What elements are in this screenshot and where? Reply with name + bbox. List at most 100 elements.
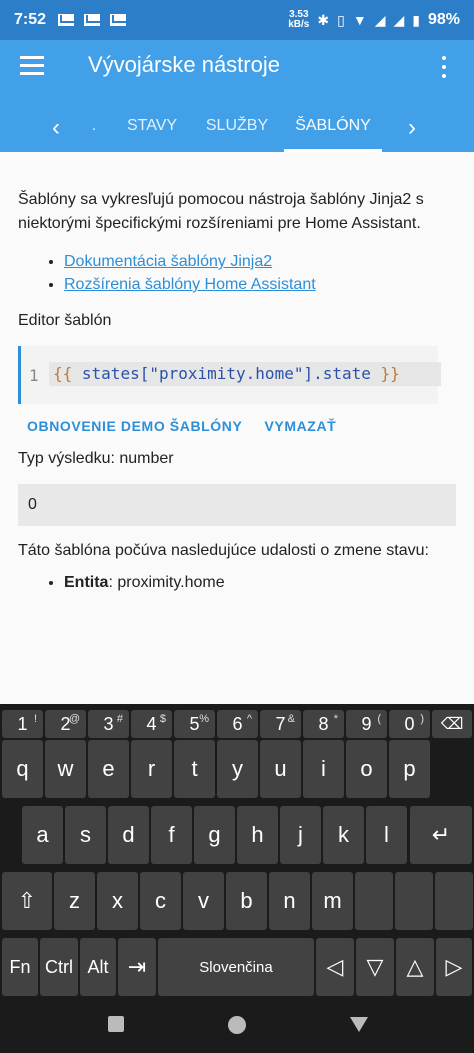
tab-key-icon[interactable]: ⇥	[118, 938, 156, 996]
editor-line[interactable]: {{ states["proximity.home"].state }}	[49, 362, 441, 386]
space-bar[interactable]: Slovenčina	[158, 938, 314, 996]
home-icon[interactable]	[228, 1016, 246, 1034]
key-alt-label: *	[333, 713, 338, 725]
template-editor[interactable]: 1 {{ states["proximity.home"].state }}	[18, 346, 441, 404]
key-k[interactable]: k	[323, 806, 364, 864]
key-s[interactable]: s	[65, 806, 106, 864]
key-alt-label: #	[116, 713, 123, 725]
key-i[interactable]: i	[303, 740, 344, 798]
key-5[interactable]: 5%	[174, 710, 215, 738]
editor-label: Editor šablón	[18, 312, 112, 329]
battery-level: 98%	[427, 11, 460, 28]
key-alt-label: $	[159, 713, 166, 725]
arrow-up-icon[interactable]: △	[396, 938, 434, 996]
key-j[interactable]: j	[280, 806, 321, 864]
key-alt-label: %	[199, 713, 209, 725]
key-4[interactable]: 4 $	[131, 710, 172, 738]
key-r[interactable]: r	[131, 740, 172, 798]
key-6[interactable]: 6 ^	[217, 710, 258, 738]
key-label: 7	[275, 713, 286, 734]
key-z[interactable]: z	[54, 872, 95, 930]
key-0[interactable]: 0)	[389, 710, 430, 738]
key-x[interactable]: x	[97, 872, 138, 930]
tab-bar: ‹ . STAVY SLUŽBY ŠABLÓNY ›	[0, 106, 474, 152]
system-nav-bar	[0, 998, 474, 1053]
alt-key[interactable]: Alt	[80, 938, 116, 996]
tab-states[interactable]: STAVY	[118, 106, 186, 152]
clock: 7:52	[14, 11, 47, 28]
back-icon[interactable]	[350, 1017, 368, 1032]
key-a[interactable]: a	[22, 806, 63, 864]
list-item: Dokumentácia šablóny Jinja2	[64, 250, 456, 273]
punctuation-key[interactable]	[355, 872, 393, 930]
arrow-down-icon[interactable]: ▽	[356, 938, 394, 996]
enter-icon[interactable]: ↵	[410, 806, 472, 864]
list-item: Rozšírenia šablóny Home Assistant	[64, 273, 456, 296]
key-label: 3	[103, 713, 114, 734]
tab-templates[interactable]: ŠABLÓNY	[284, 106, 382, 152]
punctuation-key[interactable]	[395, 872, 433, 930]
key-8[interactable]: 8 *	[303, 710, 344, 738]
key-q[interactable]: q	[2, 740, 43, 798]
key-u[interactable]: u	[260, 740, 301, 798]
key-w[interactable]: w	[45, 740, 86, 798]
chevron-right-icon[interactable]: ›	[408, 114, 416, 142]
key-1[interactable]: 1!	[2, 710, 43, 738]
key-3[interactable]: 3 #	[88, 710, 129, 738]
tab-services[interactable]: SLUŽBY	[198, 106, 276, 152]
app-bar: Vývojárske nástroje ‹ . STAVY SLUŽBY ŠAB…	[0, 40, 474, 152]
key-d[interactable]: d	[108, 806, 149, 864]
key-o[interactable]: o	[346, 740, 387, 798]
key-e[interactable]: e	[88, 740, 129, 798]
key-7[interactable]: 7 &	[260, 710, 301, 738]
key-b[interactable]: b	[226, 872, 267, 930]
key-label: 8	[318, 713, 329, 734]
key-f[interactable]: f	[151, 806, 192, 864]
recents-icon[interactable]	[108, 1016, 124, 1032]
key-n[interactable]: n	[269, 872, 310, 930]
jinja-docs-link[interactable]: Dokumentácia šablóny Jinja2	[64, 253, 272, 270]
result-output: 0	[18, 484, 456, 526]
open-brace: {{	[53, 364, 73, 383]
clear-button[interactable]: VYMAZAŤ	[264, 418, 336, 434]
key-g[interactable]: g	[194, 806, 235, 864]
key-9[interactable]: 9(	[346, 710, 387, 738]
mail-icon	[58, 14, 75, 26]
key-label: 1	[17, 713, 28, 734]
close-brace: }}	[380, 364, 400, 383]
key-label: 5	[189, 713, 200, 734]
key-l[interactable]: l	[366, 806, 407, 864]
overflow-menu-icon[interactable]	[442, 56, 448, 78]
shift-icon[interactable]: ⇧	[2, 872, 52, 930]
key-label: 0	[404, 713, 415, 734]
intro-text: Šablóny sa vykresľujú pomocou nástroja š…	[18, 191, 424, 232]
key-m[interactable]: m	[312, 872, 353, 930]
menu-icon[interactable]	[20, 56, 44, 76]
status-bar: 7:52 3.53 kB/s ✱ ▯ ▼ ◢ ◢ ▮ 98%	[0, 0, 474, 40]
key-v[interactable]: v	[183, 872, 224, 930]
chevron-left-icon[interactable]: ‹	[52, 114, 60, 142]
key-h[interactable]: h	[237, 806, 278, 864]
template-code: states["proximity.home"].state	[81, 364, 371, 383]
wifi-icon: ▼	[352, 12, 367, 28]
reset-demo-button[interactable]: OBNOVENIE DEMO ŠABLÓNY	[27, 418, 242, 434]
result-type: Typ výsledku: number	[18, 450, 174, 467]
key-p[interactable]: p	[389, 740, 430, 798]
mail-icon	[110, 14, 127, 26]
punctuation-key[interactable]	[435, 872, 473, 930]
key-2[interactable]: 2 @	[45, 710, 86, 738]
battery-icon: ▮	[412, 11, 420, 28]
fn-key[interactable]: Fn	[2, 938, 38, 996]
key-label: 9	[361, 713, 372, 734]
key-t[interactable]: t	[174, 740, 215, 798]
ctrl-key[interactable]: Ctrl	[40, 938, 78, 996]
key-y[interactable]: y	[217, 740, 258, 798]
page-title: Vývojárske nástroje	[88, 52, 280, 77]
ha-extensions-link[interactable]: Rozšírenia šablóny Home Assistant	[64, 276, 316, 293]
tab-hidden[interactable]: .	[84, 106, 104, 152]
arrow-right-icon[interactable]: ▷	[436, 938, 472, 996]
backspace-icon[interactable]: ⌫	[432, 710, 472, 738]
key-c[interactable]: c	[140, 872, 181, 930]
mail-icon	[84, 14, 101, 26]
arrow-left-icon[interactable]: ◁	[316, 938, 354, 996]
